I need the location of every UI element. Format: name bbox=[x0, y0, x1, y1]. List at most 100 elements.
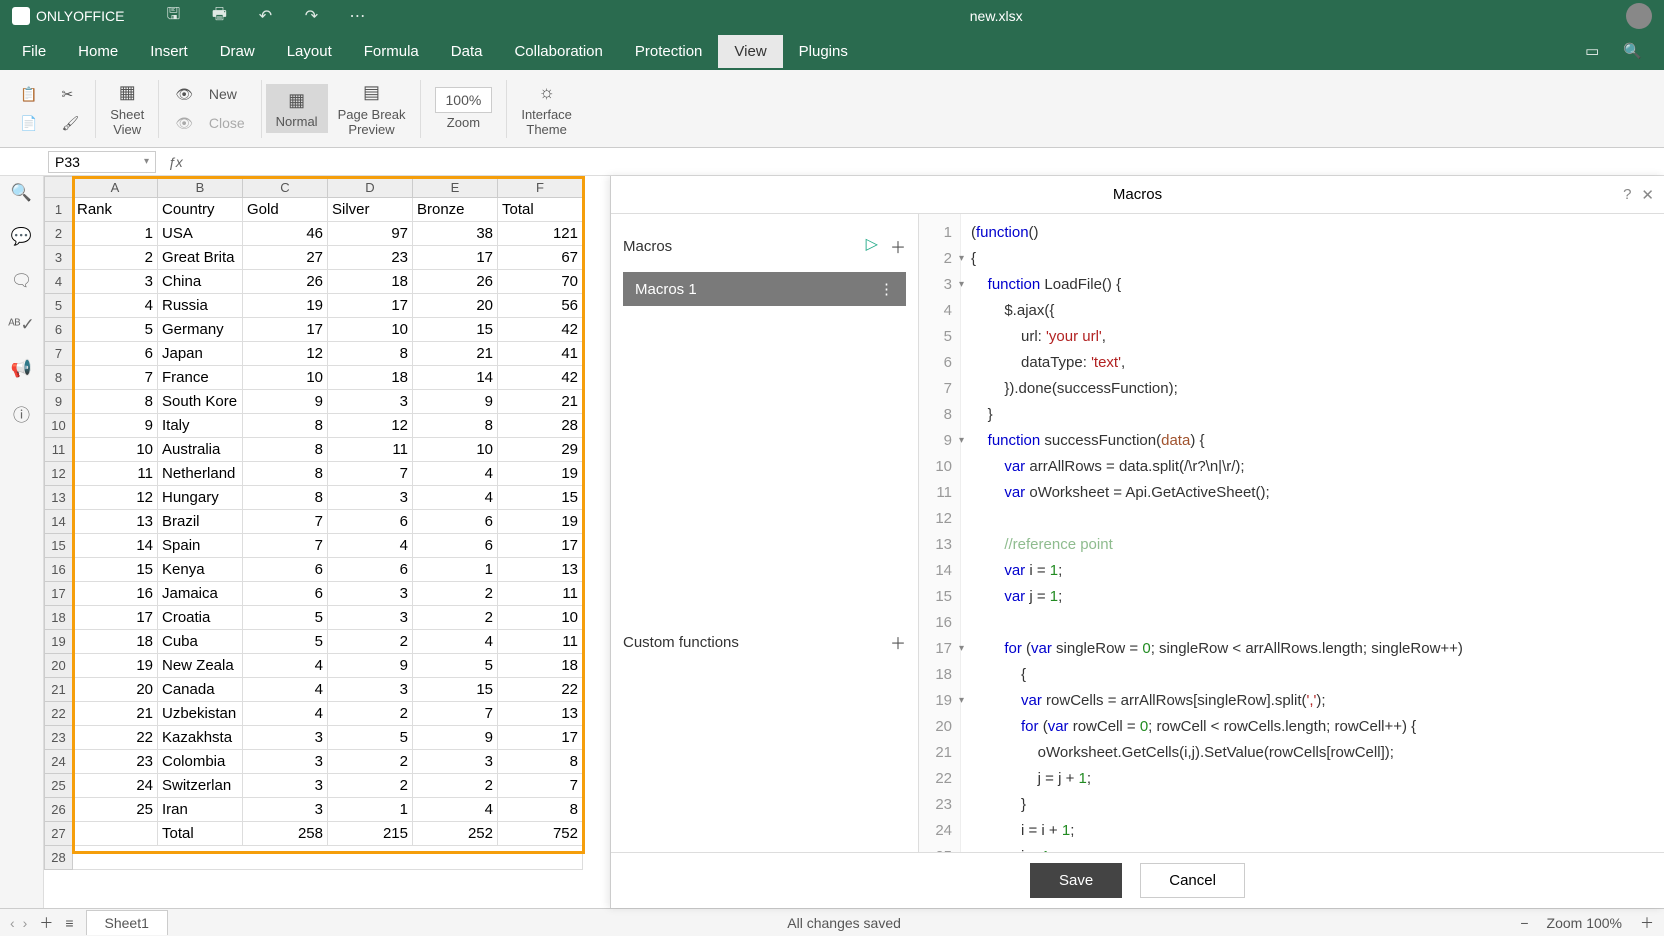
zoom-button[interactable]: 100% Zoom bbox=[425, 83, 503, 134]
cell[interactable]: 5 bbox=[243, 630, 328, 654]
tab-collaboration[interactable]: Collaboration bbox=[498, 35, 618, 68]
cell[interactable]: 13 bbox=[498, 702, 583, 726]
page-break-preview-button[interactable]: ▤ Page Break Preview bbox=[328, 77, 416, 141]
cell[interactable]: 7 bbox=[243, 534, 328, 558]
cell[interactable]: 2 bbox=[413, 606, 498, 630]
cell[interactable]: 10 bbox=[328, 318, 413, 342]
cell[interactable]: 10 bbox=[413, 438, 498, 462]
row-header[interactable]: 2 bbox=[45, 222, 73, 246]
tab-protection[interactable]: Protection bbox=[619, 35, 719, 68]
cell[interactable]: Total bbox=[498, 198, 583, 222]
tab-view[interactable]: View bbox=[718, 35, 782, 68]
cell[interactable]: 6 bbox=[243, 558, 328, 582]
cell[interactable]: 3 bbox=[243, 798, 328, 822]
cell[interactable]: 20 bbox=[73, 678, 158, 702]
row-header[interactable]: 4 bbox=[45, 270, 73, 294]
cell[interactable]: 5 bbox=[243, 606, 328, 630]
cell[interactable]: 9 bbox=[73, 414, 158, 438]
cell[interactable]: 7 bbox=[243, 510, 328, 534]
cell[interactable]: 4 bbox=[413, 630, 498, 654]
row-header[interactable]: 6 bbox=[45, 318, 73, 342]
row-header[interactable]: 7 bbox=[45, 342, 73, 366]
cell[interactable]: 18 bbox=[328, 270, 413, 294]
help-icon[interactable]: ? bbox=[1623, 186, 1631, 204]
cell[interactable]: 11 bbox=[498, 630, 583, 654]
cell[interactable]: 8 bbox=[73, 390, 158, 414]
column-header[interactable]: D bbox=[328, 177, 413, 198]
close-view-button[interactable]: 👁 Close bbox=[167, 111, 252, 136]
cell[interactable]: 2 bbox=[328, 774, 413, 798]
cell[interactable]: Japan bbox=[158, 342, 243, 366]
cell[interactable]: 23 bbox=[73, 750, 158, 774]
cell[interactable]: 14 bbox=[413, 366, 498, 390]
cell[interactable]: 4 bbox=[73, 294, 158, 318]
cell[interactable]: 6 bbox=[328, 510, 413, 534]
column-header[interactable]: C bbox=[243, 177, 328, 198]
about-icon[interactable]: ⓘ bbox=[11, 402, 33, 424]
row-header[interactable]: 17 bbox=[45, 582, 73, 606]
cell[interactable]: Colombia bbox=[158, 750, 243, 774]
tab-home[interactable]: Home bbox=[62, 35, 134, 68]
cell[interactable]: Iran bbox=[158, 798, 243, 822]
cell[interactable]: 8 bbox=[498, 750, 583, 774]
cell[interactable]: 4 bbox=[413, 798, 498, 822]
format-painter-button[interactable]: 🖌 bbox=[53, 111, 87, 136]
cell[interactable]: 3 bbox=[328, 678, 413, 702]
cell[interactable]: Germany bbox=[158, 318, 243, 342]
cell[interactable]: 6 bbox=[243, 582, 328, 606]
cell[interactable]: 26 bbox=[243, 270, 328, 294]
macro-item-menu-icon[interactable]: ⋮ bbox=[879, 280, 894, 298]
column-header[interactable]: A bbox=[73, 177, 158, 198]
cell[interactable]: Canada bbox=[158, 678, 243, 702]
tab-plugins[interactable]: Plugins bbox=[783, 35, 864, 68]
cell[interactable]: 1 bbox=[413, 558, 498, 582]
row-header[interactable]: 3 bbox=[45, 246, 73, 270]
cell[interactable]: 17 bbox=[413, 246, 498, 270]
cell[interactable]: 215 bbox=[328, 822, 413, 846]
row-header[interactable]: 11 bbox=[45, 438, 73, 462]
cell[interactable]: 24 bbox=[73, 774, 158, 798]
copy-button[interactable]: 📋 bbox=[12, 82, 45, 107]
feedback-icon[interactable]: 📢 bbox=[11, 358, 33, 380]
cell[interactable]: 41 bbox=[498, 342, 583, 366]
cell[interactable]: 7 bbox=[413, 702, 498, 726]
cell[interactable]: 20 bbox=[413, 294, 498, 318]
cell[interactable]: Brazil bbox=[158, 510, 243, 534]
cell[interactable] bbox=[73, 822, 158, 846]
print-icon[interactable]: 🖶 bbox=[210, 7, 228, 25]
row-header[interactable]: 26 bbox=[45, 798, 73, 822]
cell[interactable]: 8 bbox=[413, 414, 498, 438]
cell[interactable]: Switzerlan bbox=[158, 774, 243, 798]
cell[interactable]: 56 bbox=[498, 294, 583, 318]
cell[interactable]: 15 bbox=[413, 678, 498, 702]
cell[interactable]: Kazakhsta bbox=[158, 726, 243, 750]
run-macro-icon[interactable]: ▷ bbox=[866, 234, 878, 258]
cell[interactable]: 19 bbox=[73, 654, 158, 678]
cut-button[interactable]: ✂ bbox=[53, 82, 87, 107]
row-header[interactable]: 24 bbox=[45, 750, 73, 774]
tab-insert[interactable]: Insert bbox=[134, 35, 204, 68]
cell[interactable]: 19 bbox=[498, 462, 583, 486]
cell[interactable]: 15 bbox=[413, 318, 498, 342]
interface-theme-button[interactable]: ☼ Interface Theme bbox=[511, 77, 582, 141]
cell[interactable]: 2 bbox=[413, 774, 498, 798]
cell[interactable]: 3 bbox=[413, 750, 498, 774]
cell[interactable]: 4 bbox=[328, 534, 413, 558]
cell[interactable]: New Zeala bbox=[158, 654, 243, 678]
sheet-tab[interactable]: Sheet1 bbox=[86, 910, 168, 935]
row-header[interactable]: 16 bbox=[45, 558, 73, 582]
cell[interactable]: 4 bbox=[413, 486, 498, 510]
undo-icon[interactable]: ↶ bbox=[256, 7, 274, 25]
cell[interactable]: 13 bbox=[498, 558, 583, 582]
cell[interactable]: 5 bbox=[413, 654, 498, 678]
cell[interactable]: 2 bbox=[328, 750, 413, 774]
cell[interactable]: 17 bbox=[498, 534, 583, 558]
row-header[interactable]: 5 bbox=[45, 294, 73, 318]
cell[interactable]: 17 bbox=[243, 318, 328, 342]
cell[interactable]: 18 bbox=[73, 630, 158, 654]
cell[interactable]: 22 bbox=[498, 678, 583, 702]
cell[interactable]: 28 bbox=[498, 414, 583, 438]
cell[interactable]: 46 bbox=[243, 222, 328, 246]
save-icon[interactable]: 🖫 bbox=[164, 7, 182, 25]
cell[interactable]: 7 bbox=[498, 774, 583, 798]
